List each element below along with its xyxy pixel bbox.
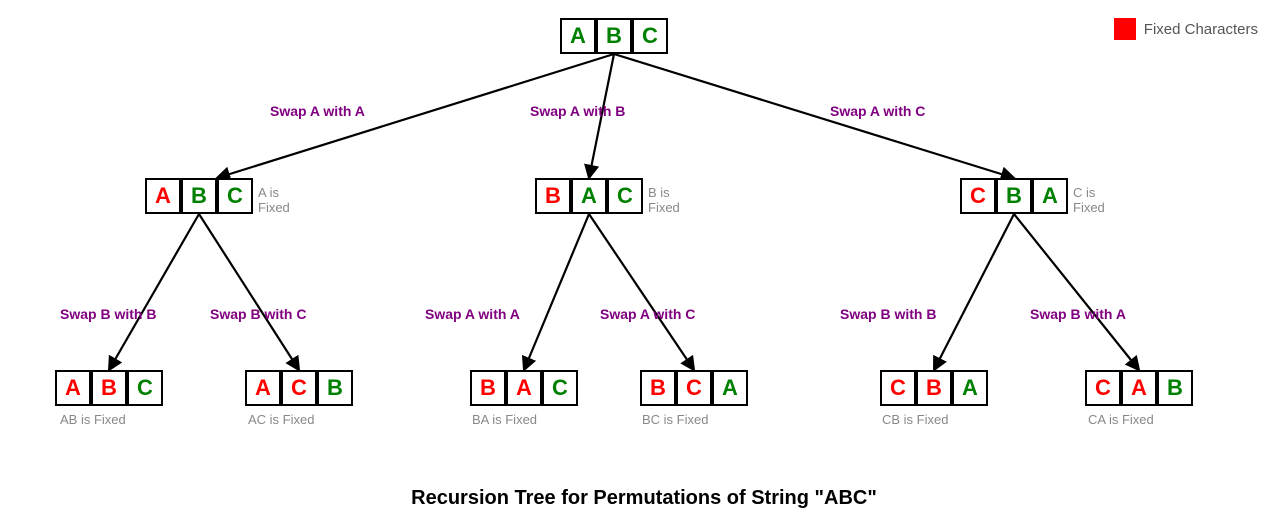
fixed-label-l2-ll: AB is Fixed (60, 412, 126, 427)
swap-label-l1r-rl: Swap B with B (840, 306, 936, 322)
cell-l2mr-b: B (640, 370, 676, 406)
legend-icon (1114, 18, 1136, 40)
legend: Fixed Characters (1114, 18, 1258, 40)
swap-label-l1l-lr: Swap B with C (210, 306, 306, 322)
bottom-title: Recursion Tree for Permutations of Strin… (0, 487, 1288, 510)
node-l1-right: C B A (960, 178, 1068, 214)
cell-l2lr-a: A (245, 370, 281, 406)
swap-label-l1m-mr: Swap A with C (600, 306, 695, 322)
cell-l1m-b: B (535, 178, 571, 214)
swap-label-l1m-ml: Swap A with A (425, 306, 520, 322)
cell-l1l-b: B (181, 178, 217, 214)
cell-l2ll-b: B (91, 370, 127, 406)
node-l1-left: A B C (145, 178, 253, 214)
cell-l2mr-c: C (676, 370, 712, 406)
cell-l2mr-a: A (712, 370, 748, 406)
node-l1-mid: B A C (535, 178, 643, 214)
node-l2-mr: B C A (640, 370, 748, 406)
arrows-svg (0, 0, 1288, 524)
swap-label-root-right: Swap A with C (830, 103, 925, 119)
swap-label-root-left: Swap A with A (270, 103, 365, 119)
fixed-label-l2-rr: CA is Fixed (1088, 412, 1154, 427)
cell-root-b: B (596, 18, 632, 54)
cell-l2ll-c: C (127, 370, 163, 406)
fixed-label-l1-mid: B isFixed (648, 185, 680, 215)
cell-l1r-b: B (996, 178, 1032, 214)
cell-l2lr-c: C (281, 370, 317, 406)
swap-label-l1r-rr: Swap B with A (1030, 306, 1126, 322)
node-l2-rl: C B A (880, 370, 988, 406)
cell-l2ml-b: B (470, 370, 506, 406)
fixed-label-l2-lr: AC is Fixed (248, 412, 314, 427)
cell-l1m-a: A (571, 178, 607, 214)
cell-l2rr-a: A (1121, 370, 1157, 406)
cell-root-a: A (560, 18, 596, 54)
node-root: A B C (560, 18, 668, 54)
fixed-label-l2-rl: CB is Fixed (882, 412, 948, 427)
cell-l2rl-c: C (880, 370, 916, 406)
cell-l2ml-a: A (506, 370, 542, 406)
cell-l2rl-a: A (952, 370, 988, 406)
cell-l2ll-a: A (55, 370, 91, 406)
cell-l2rr-c: C (1085, 370, 1121, 406)
cell-l1r-a: A (1032, 178, 1068, 214)
swap-label-l1l-ll: Swap B with B (60, 306, 156, 322)
cell-l2lr-b: B (317, 370, 353, 406)
legend-text: Fixed Characters (1144, 21, 1258, 38)
cell-l1m-c: C (607, 178, 643, 214)
node-l2-rr: C A B (1085, 370, 1193, 406)
fixed-label-l1-left: A isFixed (258, 185, 290, 215)
cell-l2rl-b: B (916, 370, 952, 406)
main-container: Fixed Characters A B C Swap A wi (0, 0, 1288, 524)
fixed-label-l2-mr: BC is Fixed (642, 412, 708, 427)
cell-l1l-a: A (145, 178, 181, 214)
node-l2-ll: A B C (55, 370, 163, 406)
swap-label-root-mid: Swap A with B (530, 103, 625, 119)
cell-l2ml-c: C (542, 370, 578, 406)
fixed-label-l1-right: C isFixed (1073, 185, 1105, 215)
node-l2-ml: B A C (470, 370, 578, 406)
cell-l2rr-b: B (1157, 370, 1193, 406)
cell-l1l-c: C (217, 178, 253, 214)
fixed-label-l2-ml: BA is Fixed (472, 412, 537, 427)
cell-l1r-c: C (960, 178, 996, 214)
cell-root-c: C (632, 18, 668, 54)
node-l2-lr: A C B (245, 370, 353, 406)
